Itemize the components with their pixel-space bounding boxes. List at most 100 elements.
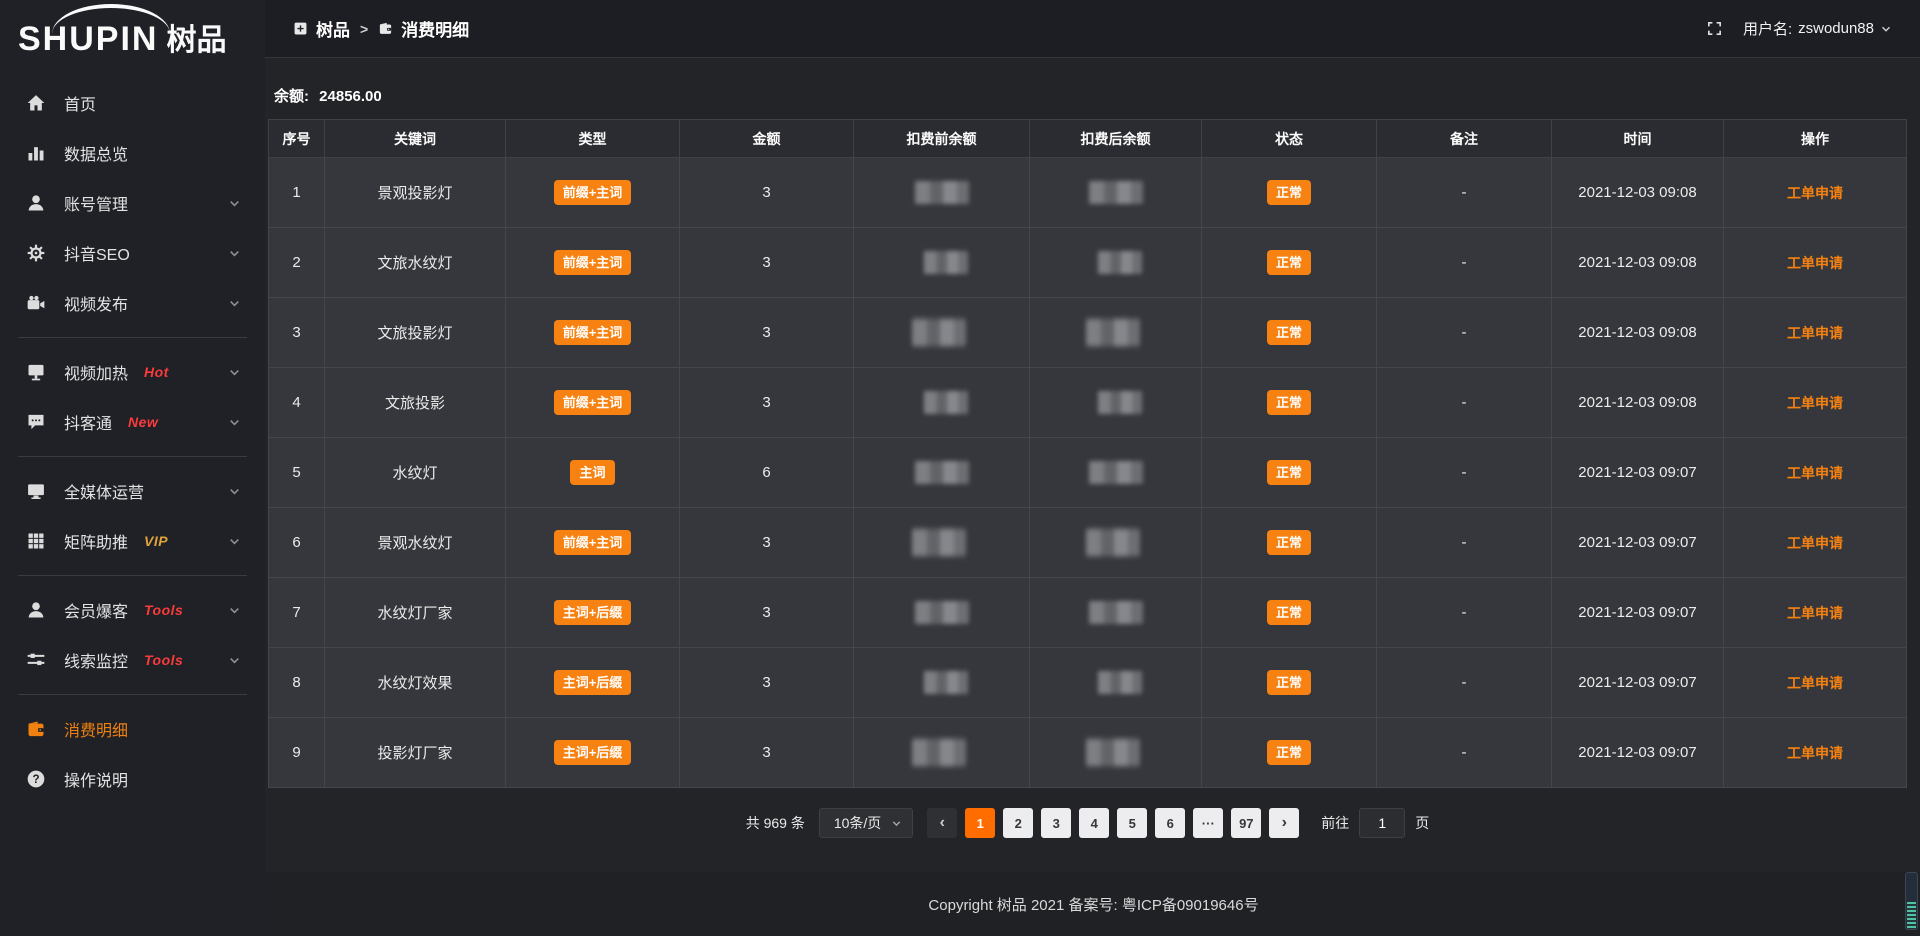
cell-amount: 3 [680,508,854,578]
cell-index: 2 [269,228,325,298]
sidebar-item[interactable]: 抖音SEO [0,228,265,278]
page-button[interactable]: 6 [1155,808,1185,838]
cell-time: 2021-12-03 09:07 [1552,438,1724,508]
sidebar-item[interactable]: 抖客通 New [0,397,265,447]
sidebar-divider [18,575,247,576]
cell-balance-before [854,228,1030,298]
masked-balance-before [923,391,967,414]
grid-icon [26,531,46,551]
cell-balance-after [1030,228,1202,298]
sidebar-item-label: 抖客通 [64,410,112,434]
masked-balance-before [912,319,966,347]
table-header-row: 序号 关键词 类型 金额 扣费前余额 扣费后余额 状态 备注 [269,120,1907,158]
total-count: 共 969 条 [746,813,805,833]
user-menu[interactable]: 用户名: zswodun88 [1743,18,1892,39]
sidebar-item-tag: Hot [144,364,169,380]
username-value: zswodun88 [1798,20,1874,37]
sidebar-item[interactable]: 矩阵助推 VIP [0,516,265,566]
cell-status: 正常 [1202,578,1377,648]
cell-balance-after [1030,368,1202,438]
question-icon: ? [26,769,46,789]
work-order-link[interactable]: 工单申请 [1787,185,1843,201]
cell-action: 工单申请 [1724,578,1907,648]
prev-page-button[interactable]: ‹ [927,808,957,838]
cell-amount: 3 [680,228,854,298]
sidebar-item-tag: VIP [144,533,168,549]
scrollbar-widget-bars [1907,902,1916,928]
work-order-link[interactable]: 工单申请 [1787,605,1843,621]
cell-action: 工单申请 [1724,228,1907,298]
sidebar-divider [18,337,247,338]
cell-remark: - [1377,718,1552,788]
next-page-button[interactable]: › [1269,808,1299,838]
work-order-link[interactable]: 工单申请 [1787,745,1843,761]
bar-chart-icon [26,143,46,163]
chevron-down-icon [228,416,241,429]
sidebar-item-label: 操作说明 [64,767,128,791]
cell-balance-before [854,578,1030,648]
sidebar-item[interactable]: ? 操作说明 [0,754,265,804]
page-button[interactable]: 2 [1003,808,1033,838]
page-size-select[interactable]: 10条/页 [819,808,913,838]
cell-status: 正常 [1202,228,1377,298]
cell-remark: - [1377,648,1552,718]
page-size-value: 10条/页 [834,813,881,833]
masked-balance-before [915,461,969,484]
work-order-link[interactable]: 工单申请 [1787,325,1843,341]
work-order-link[interactable]: 工单申请 [1787,535,1843,551]
cell-remark: - [1377,508,1552,578]
cell-status: 正常 [1202,718,1377,788]
sidebar-item[interactable]: 视频发布 [0,278,265,328]
breadcrumb-current[interactable]: 消费明细 [378,16,469,41]
cell-index: 3 [269,298,325,368]
chevron-down-icon [228,535,241,548]
masked-balance-before [915,601,969,624]
fullscreen-icon[interactable] [1706,20,1723,37]
cell-type: 前缀+主词 [506,228,680,298]
sidebar-item[interactable]: 账号管理 [0,178,265,228]
cell-time: 2021-12-03 09:08 [1552,158,1724,228]
sidebar-item[interactable]: 线索监控 Tools [0,635,265,685]
cell-status: 正常 [1202,298,1377,368]
page-button[interactable]: ··· [1193,808,1223,838]
cell-time: 2021-12-03 09:08 [1552,228,1724,298]
page-button[interactable]: 4 [1079,808,1109,838]
cell-balance-after [1030,508,1202,578]
sidebar-item[interactable]: 全媒体运营 [0,466,265,516]
cell-amount: 3 [680,648,854,718]
status-badge: 正常 [1267,250,1311,275]
cell-balance-before [854,298,1030,368]
sidebar-item[interactable]: 消费明细 [0,704,265,754]
sidebar-divider [18,456,247,457]
cell-action: 工单申请 [1724,298,1907,368]
app-logo[interactable]: SHUPIN 树品 [0,0,265,64]
type-badge: 前缀+主词 [554,530,632,555]
copyright-text: Copyright 树品 2021 备案号: 粤ICP备09019646号 [928,894,1258,915]
scrollbar-widget[interactable] [1905,872,1918,930]
work-order-link[interactable]: 工单申请 [1787,255,1843,271]
breadcrumb-app[interactable]: 树品 [293,16,350,41]
cell-balance-after [1030,578,1202,648]
page-button[interactable]: 3 [1041,808,1071,838]
sidebar-item[interactable]: 视频加热 Hot [0,347,265,397]
sidebar-item[interactable]: 数据总览 [0,128,265,178]
work-order-link[interactable]: 工单申请 [1787,675,1843,691]
wallet-icon [378,21,393,36]
page-button[interactable]: 97 [1231,808,1261,838]
goto-page-input[interactable] [1359,808,1405,838]
sidebar-item[interactable]: 会员爆客 Tools [0,585,265,635]
type-badge: 主词+后缀 [554,740,632,765]
page-button[interactable]: 5 [1117,808,1147,838]
type-badge: 前缀+主词 [554,390,632,415]
table-header-cell: 扣费后余额 [1030,120,1202,158]
balance-value: 24856.00 [319,88,382,105]
work-order-link[interactable]: 工单申请 [1787,465,1843,481]
sidebar-item-label: 视频加热 [64,360,128,384]
page-button[interactable]: 1 [965,808,995,838]
cell-balance-after [1030,718,1202,788]
work-order-link[interactable]: 工单申请 [1787,395,1843,411]
sidebar-item[interactable]: 首页 [0,78,265,128]
cell-action: 工单申请 [1724,648,1907,718]
sliders-icon [26,650,46,670]
table-row: 2 文旅水纹灯 前缀+主词 3 正常 - 2021-12-03 09:08 工单… [269,228,1907,298]
